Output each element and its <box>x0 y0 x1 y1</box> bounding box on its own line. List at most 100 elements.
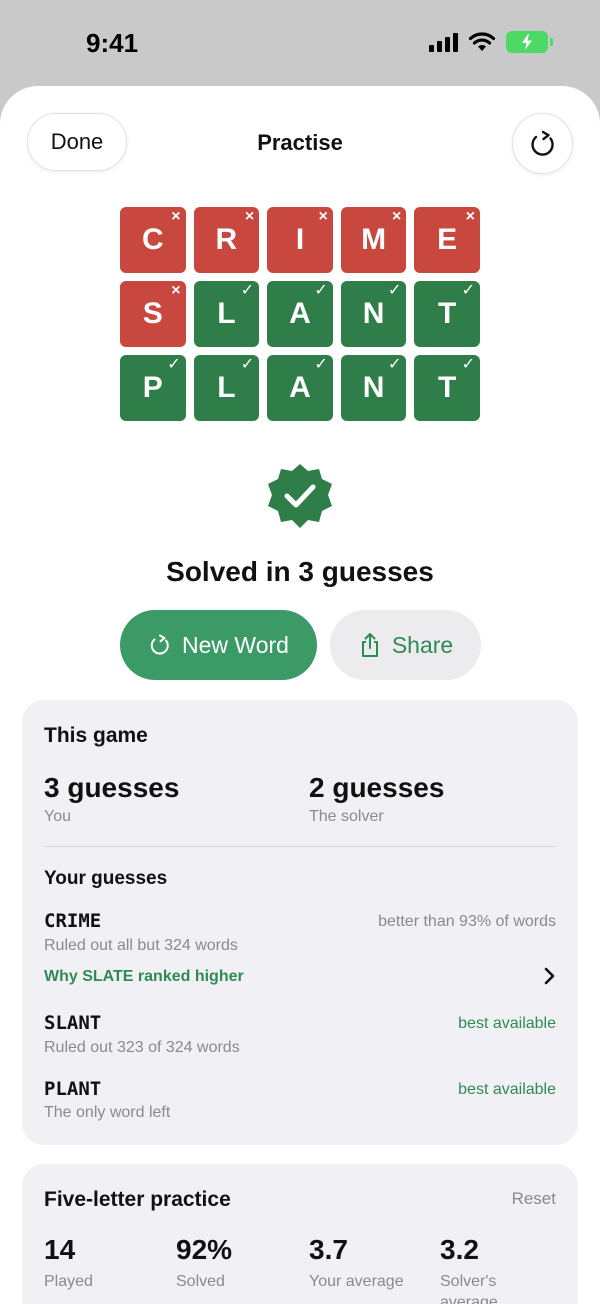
tile-mark-icon: ✓ <box>461 356 475 373</box>
tile-mark-icon: × <box>171 208 181 225</box>
letter-tile: E × <box>414 207 480 273</box>
stat-played: 14 Played <box>44 1234 174 1293</box>
tile-mark-icon: ✓ <box>387 356 402 373</box>
guess-rank-note: best available <box>458 1081 556 1098</box>
your-guess-count: 3 guesses <box>44 772 180 803</box>
chevron-right-icon[interactable] <box>542 967 556 985</box>
stat-label: Played <box>44 1273 93 1290</box>
tile-mark-icon: × <box>318 208 328 225</box>
guess-rank-note: better than 93% of words <box>378 913 556 930</box>
guess-row: P ✓ L ✓ A ✓ N ✓ T ✓ <box>120 355 480 421</box>
tile-mark-icon: ✓ <box>167 356 181 373</box>
stat-label: Solver's average <box>440 1273 498 1304</box>
tile-letter: M <box>361 223 387 256</box>
checkmark-seal-icon <box>268 464 332 528</box>
battery-charging-icon <box>506 31 553 53</box>
letter-tile: N ✓ <box>340 281 407 347</box>
letter-tile: M × <box>340 207 407 273</box>
letter-tile: A ✓ <box>267 355 333 421</box>
why-slate-link[interactable]: Why SLATE ranked higher <box>44 968 244 986</box>
solver-guess-count: 2 guesses <box>309 772 445 803</box>
tile-mark-icon: × <box>171 282 181 299</box>
refresh-icon <box>530 130 554 156</box>
tile-letter: C <box>141 223 164 256</box>
tile-mark-icon: ✓ <box>240 282 255 299</box>
guess-word: CRIME <box>44 910 102 932</box>
refresh-icon <box>150 634 169 655</box>
letter-tile: T ✓ <box>414 281 480 347</box>
tile-mark-icon: ✓ <box>461 282 475 299</box>
solver-guess-label: The solver <box>309 808 384 825</box>
stat-your-average: 3.7 Your average <box>309 1234 439 1293</box>
tile-letter: N <box>362 297 385 330</box>
tile-mark-icon: ✓ <box>387 282 402 299</box>
tile-letter: L <box>217 297 236 330</box>
tile-mark-icon: ✓ <box>240 356 255 373</box>
tile-letter: S <box>142 297 163 330</box>
share-icon <box>361 633 378 657</box>
letter-tile: S × <box>120 281 186 347</box>
letter-tile: P ✓ <box>120 355 186 421</box>
practice-stats-card: Five-letter practice Reset 14 Played 92%… <box>22 1164 578 1304</box>
wifi-icon <box>468 32 496 51</box>
status-time: 9:41 <box>86 28 139 58</box>
letter-tile: L ✓ <box>193 281 260 347</box>
stat-label: Solved <box>176 1273 225 1290</box>
practice-heading: Five-letter practice <box>44 1188 231 1211</box>
your-guesses-heading: Your guesses <box>44 868 168 889</box>
tile-letter: R <box>215 223 238 256</box>
tile-mark-icon: × <box>244 208 255 225</box>
tile-letter: A <box>289 297 311 330</box>
result-title: Solved in 3 guesses <box>166 556 434 587</box>
letter-tile: A ✓ <box>267 281 333 347</box>
share-button[interactable]: Share <box>330 610 481 680</box>
guess-row: C × R × I × M × E × <box>120 207 480 273</box>
stat-solved: 92% Solved <box>176 1234 306 1293</box>
tile-letter: L <box>217 371 236 404</box>
stat-value: 3.2 <box>440 1234 479 1265</box>
practise-sheet: Done Practise C × R × I × M × E × S × L ✓ A ✓ N ✓… <box>0 86 600 1304</box>
stat-value: 92% <box>176 1234 233 1265</box>
tile-mark-icon: × <box>465 208 475 225</box>
divider <box>44 846 556 847</box>
guess-word: PLANT <box>44 1078 102 1100</box>
your-guess-label: You <box>44 808 71 825</box>
guess-detail: Ruled out 323 of 324 words <box>44 1039 240 1056</box>
stat-label: Your average <box>309 1273 404 1290</box>
page-title: Practise <box>257 130 343 155</box>
cellular-signal-icon <box>429 32 458 52</box>
tile-mark-icon: ✓ <box>314 282 328 299</box>
tile-letter: I <box>295 223 305 256</box>
tile-letter: A <box>289 371 311 404</box>
this-game-card: This game 3 guesses You 2 guesses The so… <box>22 700 578 1145</box>
stat-value: 3.7 <box>309 1234 348 1265</box>
new-word-label: New Word <box>182 631 289 658</box>
guess-row: S × L ✓ A ✓ N ✓ T ✓ <box>120 281 480 347</box>
refresh-button[interactable] <box>512 113 573 174</box>
tile-letter: N <box>362 371 385 404</box>
guess-detail: The only word left <box>44 1104 171 1121</box>
letter-tile: N ✓ <box>340 355 407 421</box>
letter-tile: C × <box>120 207 186 273</box>
tile-letter: P <box>142 371 163 404</box>
tile-mark-icon: × <box>392 208 402 225</box>
stat-value: 14 <box>44 1234 76 1265</box>
guess-grid: C × R × I × M × E × S × L ✓ A ✓ N ✓ T ✓ P ✓ L ✓ A ✓ N… <box>120 207 480 429</box>
letter-tile: T ✓ <box>414 355 480 421</box>
status-icons <box>429 31 553 53</box>
stat-solver-average: 3.2 Solver's average <box>440 1234 540 1304</box>
guess-word: SLANT <box>44 1012 102 1034</box>
reset-button[interactable]: Reset <box>512 1189 556 1209</box>
tile-mark-icon: ✓ <box>314 356 328 373</box>
this-game-heading: This game <box>44 724 148 747</box>
guess-rank-note: best available <box>458 1015 556 1032</box>
guess-detail: Ruled out all but 324 words <box>44 937 238 954</box>
status-bar: 9:41 <box>0 0 600 88</box>
new-word-button[interactable]: New Word <box>120 610 317 680</box>
tile-letter: T <box>438 371 457 404</box>
letter-tile: R × <box>193 207 260 273</box>
tile-letter: E <box>437 223 458 256</box>
share-label: Share <box>391 631 454 658</box>
tile-letter: T <box>438 297 457 330</box>
letter-tile: I × <box>267 207 333 273</box>
